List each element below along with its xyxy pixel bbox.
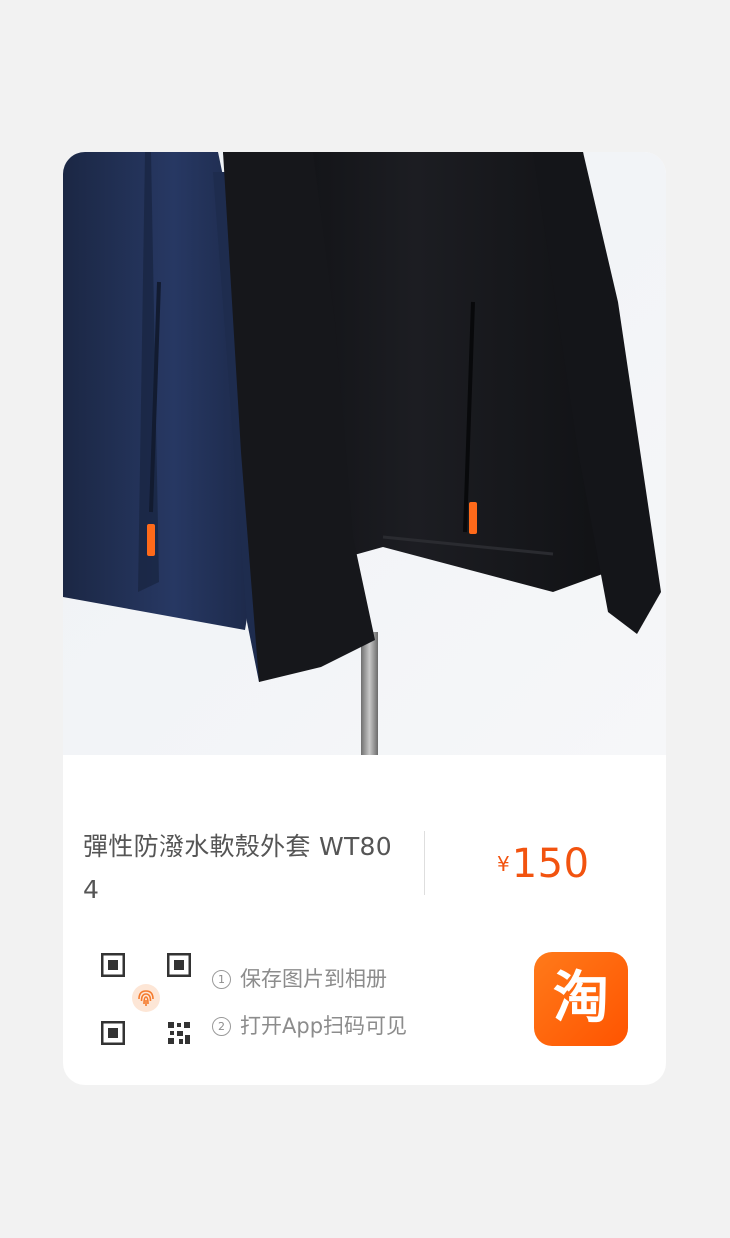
product-image[interactable]	[63, 152, 666, 755]
instruction-scan-app: 2 打开App扫码可见	[212, 1010, 407, 1040]
step-number: 1	[212, 970, 231, 989]
product-price: ¥150	[497, 841, 590, 887]
instruction-text: 保存图片到相册	[240, 967, 387, 991]
qr-pattern-icon	[168, 1022, 190, 1044]
taobao-app-icon[interactable]: 淘	[534, 952, 628, 1046]
step-number: 2	[212, 1017, 231, 1036]
qr-corner-icon	[101, 953, 125, 977]
product-info: 彈性防潑水軟殼外套 WT804 ¥150 1 保存图片到相册 2 打开App扫码…	[63, 755, 666, 1085]
product-title[interactable]: 彈性防潑水軟殼外套 WT804	[83, 825, 405, 911]
qr-corner-icon	[101, 1021, 125, 1045]
taobao-glyph: 淘	[553, 966, 609, 1031]
instruction-save-image: 1 保存图片到相册	[212, 963, 387, 993]
price-amount: 150	[511, 841, 590, 887]
qr-scan-icon	[101, 953, 193, 1047]
qr-corner-icon	[167, 953, 191, 977]
price-currency: ¥	[497, 852, 510, 876]
divider	[424, 831, 425, 895]
fingerprint-icon	[132, 984, 160, 1012]
share-card: 彈性防潑水軟殼外套 WT804 ¥150 1 保存图片到相册 2 打开App扫码…	[63, 152, 666, 1085]
instruction-text: 打开App扫码可见	[240, 1014, 408, 1038]
